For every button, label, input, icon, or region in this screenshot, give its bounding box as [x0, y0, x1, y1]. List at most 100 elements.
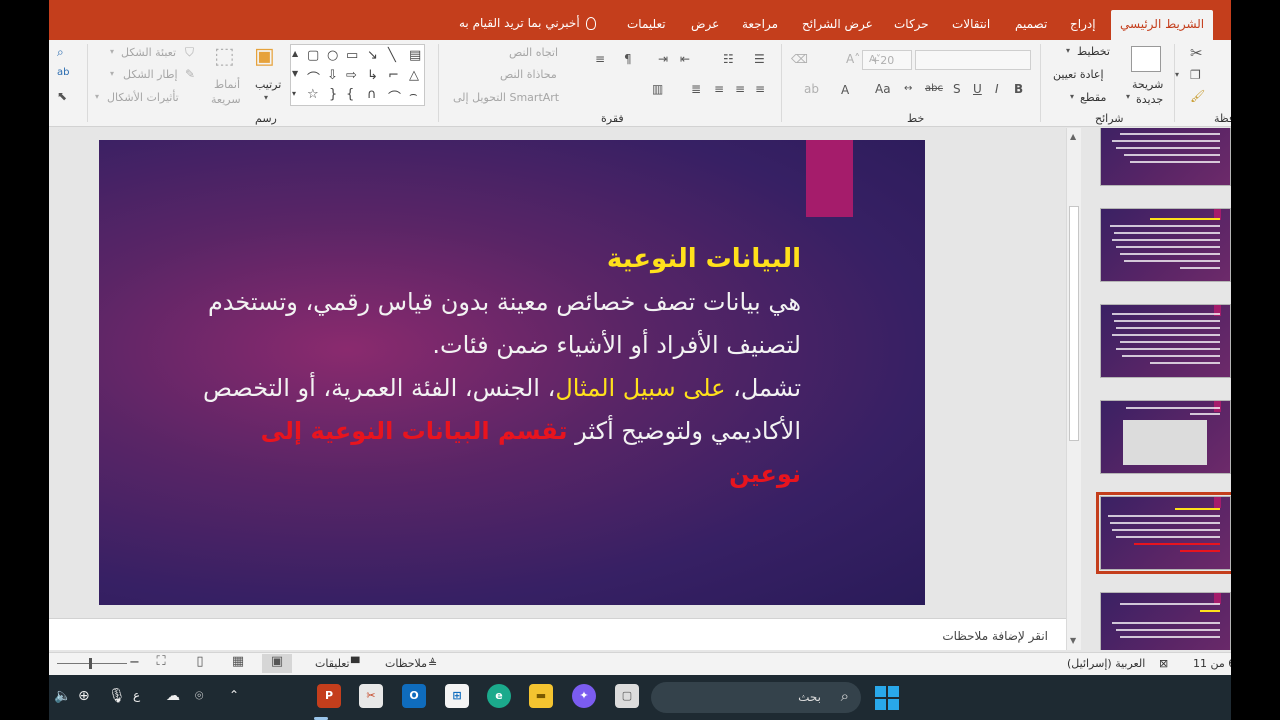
shape-outline-button[interactable]: إطار الشكل — [123, 68, 178, 81]
app-window-icon[interactable]: ▢ — [615, 684, 639, 708]
gallery-scroll-down-icon[interactable]: ▼ — [292, 69, 298, 78]
microphone-icon[interactable]: 🎙 — [108, 688, 126, 704]
arrange-icon[interactable]: ▣ — [254, 46, 275, 68]
curve-shape-icon[interactable]: ⌢ — [409, 87, 418, 102]
notes-icon[interactable]: ≜ — [428, 657, 437, 670]
powerpoint-taskbar-icon[interactable]: P — [317, 684, 341, 708]
zoom-slider-thumb[interactable] — [89, 658, 92, 669]
quick-styles-icon[interactable]: ⬚ — [214, 46, 235, 68]
arrange-button[interactable]: ترتيب — [255, 78, 281, 91]
increase-font-icon[interactable]: A˄ — [846, 53, 860, 65]
tab-design[interactable]: تصميم — [1015, 17, 1047, 31]
new-slide-icon[interactable] — [1131, 46, 1161, 72]
strikethrough-button[interactable]: abc — [925, 84, 943, 94]
line-spacing-icon[interactable]: ≡ — [595, 53, 605, 65]
tab-view[interactable]: عرض — [691, 17, 719, 31]
file-explorer-icon[interactable]: ▬ — [529, 684, 553, 708]
underline-button[interactable]: U — [973, 83, 982, 95]
shadow-button[interactable]: S — [953, 83, 961, 95]
italic-button[interactable]: I — [995, 83, 999, 95]
tab-help[interactable]: تعليمات — [627, 17, 666, 31]
wave-shape-icon[interactable]: ∩ — [367, 87, 377, 102]
copy-icon[interactable]: ❐ — [1190, 69, 1201, 81]
elbow-connector-icon[interactable]: ⌐ — [388, 68, 399, 83]
taskbar-search[interactable]: بحث ⌕ — [651, 682, 861, 713]
rectangle-shape-icon[interactable]: ▭ — [346, 48, 358, 63]
cut-icon[interactable]: ✂ — [1190, 46, 1203, 61]
normal-view-icon[interactable]: ▣ — [262, 654, 292, 673]
brace-right-shape-icon[interactable]: } — [329, 87, 337, 102]
new-slide-label-top[interactable]: شريحة — [1132, 78, 1163, 91]
find-icon[interactable]: ⌕ — [57, 46, 64, 58]
rounded-rect-shape-icon[interactable]: ▢ — [307, 48, 319, 63]
shape-fill-dropdown-icon[interactable]: ▾ — [110, 48, 114, 56]
convert-smartart-button[interactable]: التحويل إلى SmartArt — [453, 91, 559, 104]
clear-formatting-icon[interactable]: ⌫ — [791, 53, 808, 65]
network-icon[interactable]: ⌾ — [195, 688, 203, 704]
slide-scrollbar[interactable]: ▲ ▼ — [1066, 128, 1081, 650]
notes-button[interactable]: ملاحظات — [385, 657, 427, 670]
star-shape-icon[interactable]: ☆ — [307, 87, 319, 102]
shape-outline-dropdown-icon[interactable]: ▾ — [110, 70, 114, 78]
keyboard-language[interactable]: ع — [133, 688, 140, 702]
change-case-button[interactable]: Aa — [875, 83, 891, 95]
section-dropdown-icon[interactable]: ▾ — [1070, 93, 1074, 101]
align-text-button[interactable]: محاذاة النص — [500, 68, 557, 81]
oval-shape-icon[interactable]: ○ — [327, 48, 338, 63]
gallery-more-icon[interactable]: ▾ — [292, 89, 296, 98]
format-painter-icon[interactable]: 🖌 — [1190, 90, 1205, 102]
copilot-icon[interactable]: ✦ — [572, 684, 596, 708]
language-status[interactable]: العربية (إسرائيل) — [1067, 657, 1145, 670]
columns-icon[interactable]: ▥ — [652, 83, 663, 95]
outlook-icon[interactable]: O — [402, 684, 426, 708]
slide-thumbnail[interactable] — [1100, 304, 1231, 378]
decrease-indent-icon[interactable]: ⇤ — [680, 53, 690, 65]
arc-shape-icon[interactable]: ⌒ — [388, 87, 401, 106]
slide-thumbnail[interactable] — [1100, 128, 1231, 186]
layout-dropdown-icon[interactable]: ▾ — [1066, 47, 1070, 55]
align-left-icon[interactable]: ≡ — [714, 83, 724, 95]
notes-pane[interactable]: انقر لإضافة ملاحظات — [49, 618, 1066, 650]
tell-me-box[interactable]: أخبرني بما تريد القيام به — [459, 16, 596, 30]
arrange-dropdown-icon[interactable]: ▾ — [264, 94, 268, 102]
snipping-tool-icon[interactable]: ✂ — [359, 684, 383, 708]
align-right-icon[interactable]: ≡ — [755, 83, 765, 95]
slide-thumbnail[interactable] — [1100, 400, 1231, 474]
bullets-icon[interactable]: ☰ — [754, 53, 765, 65]
zoom-out-icon[interactable]: − — [129, 655, 140, 670]
new-slide-dropdown-icon[interactable]: ▾ — [1126, 93, 1130, 101]
decrease-font-icon[interactable]: A˅ — [869, 55, 881, 65]
font-color-icon[interactable]: A — [841, 84, 849, 96]
volume-icon[interactable]: 🔈 — [54, 688, 71, 704]
shape-effects-button[interactable]: تأثيرات الأشكال — [107, 91, 179, 104]
tab-animations[interactable]: حركات — [894, 17, 929, 31]
slide-thumbnail[interactable] — [1100, 208, 1231, 282]
reading-view-icon[interactable]: ▯ — [185, 654, 215, 673]
shape-outline-icon[interactable]: ✎ — [185, 68, 195, 80]
new-slide-label-bottom[interactable]: جديدة — [1136, 93, 1163, 106]
connector-icon[interactable]: ↳ — [367, 68, 378, 83]
scroll-down-icon[interactable]: ▼ — [1070, 636, 1076, 645]
ltr-direction-icon[interactable]: ¶ — [624, 53, 632, 65]
scrollbar-thumb[interactable] — [1069, 206, 1079, 441]
arrow-line-shape-icon[interactable]: ↘ — [367, 48, 378, 63]
triangle-shape-icon[interactable]: △ — [409, 68, 419, 83]
slide-thumbnail-selected[interactable] — [1096, 492, 1231, 574]
store-icon[interactable]: ⊞ — [445, 684, 469, 708]
tray-overflow-icon[interactable]: ⌃ — [229, 688, 239, 702]
shape-effects-dropdown-icon[interactable]: ▾ — [95, 93, 99, 101]
reset-button[interactable]: إعادة تعيين — [1053, 68, 1104, 81]
line-shape-icon[interactable]: ╲ — [388, 48, 396, 63]
brace-left-shape-icon[interactable]: { — [346, 87, 354, 102]
shape-fill-icon[interactable]: ⛉ — [185, 46, 194, 58]
current-slide[interactable]: البيانات النوعية هي بيانات تصف خصائص معي… — [99, 140, 925, 605]
section-button[interactable]: مقطع — [1080, 91, 1106, 104]
windows-start-icon[interactable] — [875, 686, 899, 710]
numbering-icon[interactable]: ☷ — [723, 53, 734, 65]
tab-review[interactable]: مراجعة — [742, 17, 778, 31]
shape-fill-button[interactable]: تعبئة الشكل — [121, 46, 176, 59]
replace-icon[interactable]: ab — [57, 68, 69, 78]
text-direction-button[interactable]: اتجاه النص — [509, 46, 558, 59]
shapes-gallery[interactable]: ▤ ╲ ↘ ▭ ○ ▢ △ ⌐ ↳ ⇨ ⇩ ⌒ ⌢ ⌒ ∩ { } ☆ ▲ ▼ … — [290, 44, 425, 106]
slideshow-view-icon[interactable]: ⛶ — [146, 654, 176, 673]
